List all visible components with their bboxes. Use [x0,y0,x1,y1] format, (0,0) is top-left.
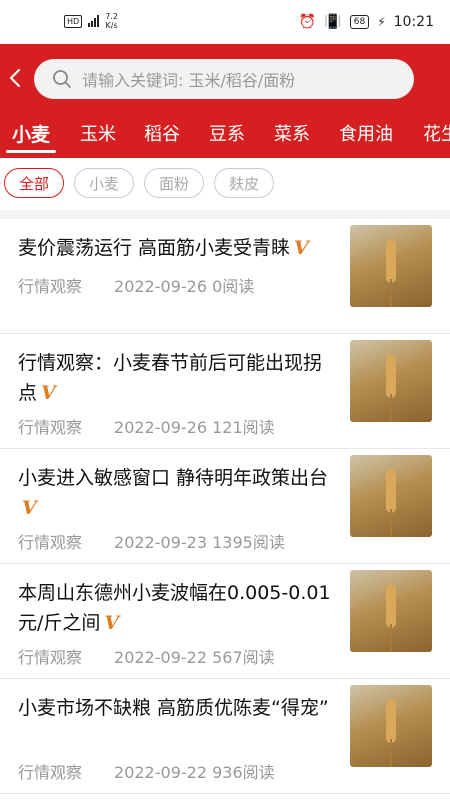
list-item[interactable]: 行情观察：小麦春节前后可能出现拐点 V 行情观察 2022-09-26 121阅读 [0,334,450,449]
tab-peanut[interactable]: 花生 [423,120,450,146]
vip-badge: V [41,382,56,404]
system-status: ⏰ 📳 68 ⚡ 10:21 [299,14,434,30]
wheat-thumbnail [350,570,432,652]
wheat-thumbnail [350,225,432,307]
article-title: 小麦市场不缺粮 高筋质优陈麦“得宠” [18,697,329,719]
tab-wheat[interactable]: 小麦 [12,120,50,147]
list-item[interactable]: 小麦进入敏感窗口 静待明年政策出台V 行情观察 2022-09-23 1395阅读 [0,449,450,564]
wheat-thumbnail [350,340,432,422]
article-title: 小麦进入敏感窗口 静待明年政策出台V [18,467,329,519]
back-arrow-icon[interactable] [6,66,26,90]
wheat-thumbnail [350,685,432,767]
chip-all[interactable]: 全部 [4,168,64,198]
charging-icon: ⚡ [377,15,386,29]
battery-level: 68 [349,15,370,29]
article-list: 麦价震荡运行 高面筋小麦受青睐 V 行情观察 2022-09-26 0阅读 行情观察… [0,219,450,794]
active-tab-indicator [6,150,56,153]
chip-bran[interactable]: 麸皮 [214,168,274,198]
app-header: 请输入关键词: 玉米/稻谷/面粉 小麦 玉米 稻谷 豆系 菜系 食用油 花生 [0,44,450,158]
network-speed: 7.2 K/s [105,12,118,30]
network-status: HD 7.2 K/s [64,12,118,30]
list-item[interactable]: 小麦市场不缺粮 高筋质优陈麦“得宠” 行情观察 2022-09-22 936阅读 [0,679,450,794]
article-title: 本周山东德州小麦波幅在0.005-0.01元/斤之间 V [18,582,331,634]
search-placeholder: 请输入关键词: 玉米/稻谷/面粉 [82,71,296,90]
search-icon [53,70,71,88]
alarm-icon: ⏰ [298,14,317,30]
tab-rice[interactable]: 稻谷 [144,120,180,146]
article-meta: 行情观察 2022-09-22 936阅读 [18,763,275,782]
status-bar: HD 7.2 K/s ⏰ 📳 68 ⚡ 10:21 [0,0,450,44]
article-title: 行情观察：小麦春节前后可能出现拐点 V [18,352,323,404]
tab-beans[interactable]: 豆系 [209,120,245,146]
article-meta: 行情观察 2022-09-22 567阅读 [18,648,275,667]
list-item[interactable]: 麦价震荡运行 高面筋小麦受青睐 V 行情观察 2022-09-26 0阅读 [0,219,450,334]
list-item[interactable]: 本周山东德州小麦波幅在0.005-0.01元/斤之间 V 行情观察 2022-09-… [0,564,450,679]
signal-icon [88,15,100,27]
chip-wheat[interactable]: 小麦 [74,168,134,198]
clock: 10:21 [393,14,434,30]
tab-edible-oil[interactable]: 食用油 [339,120,393,146]
article-meta: 行情观察 2022-09-23 1395阅读 [18,533,285,552]
filter-chips: 全部 小麦 面粉 麸皮 [0,168,450,202]
wheat-thumbnail [350,455,432,537]
article-meta: 行情观察 2022-09-26 121阅读 [18,418,275,437]
article-meta: 行情观察 2022-09-26 0阅读 [18,277,255,296]
search-input[interactable]: 请输入关键词: 玉米/稻谷/面粉 [34,59,414,99]
vip-badge: V [294,237,309,259]
vibrate-icon: 📳 [324,14,342,30]
chip-flour[interactable]: 面粉 [144,168,204,198]
vip-badge: V [22,497,37,519]
tab-corn[interactable]: 玉米 [80,120,116,146]
section-divider [0,210,450,219]
tab-rapeseed[interactable]: 菜系 [274,120,310,146]
article-title: 麦价震荡运行 高面筋小麦受青睐 V [18,237,309,259]
vip-badge: V [104,612,120,634]
hd-icon: HD [64,14,83,28]
category-tabs: 小麦 玉米 稻谷 豆系 菜系 食用油 花生 [0,116,450,158]
